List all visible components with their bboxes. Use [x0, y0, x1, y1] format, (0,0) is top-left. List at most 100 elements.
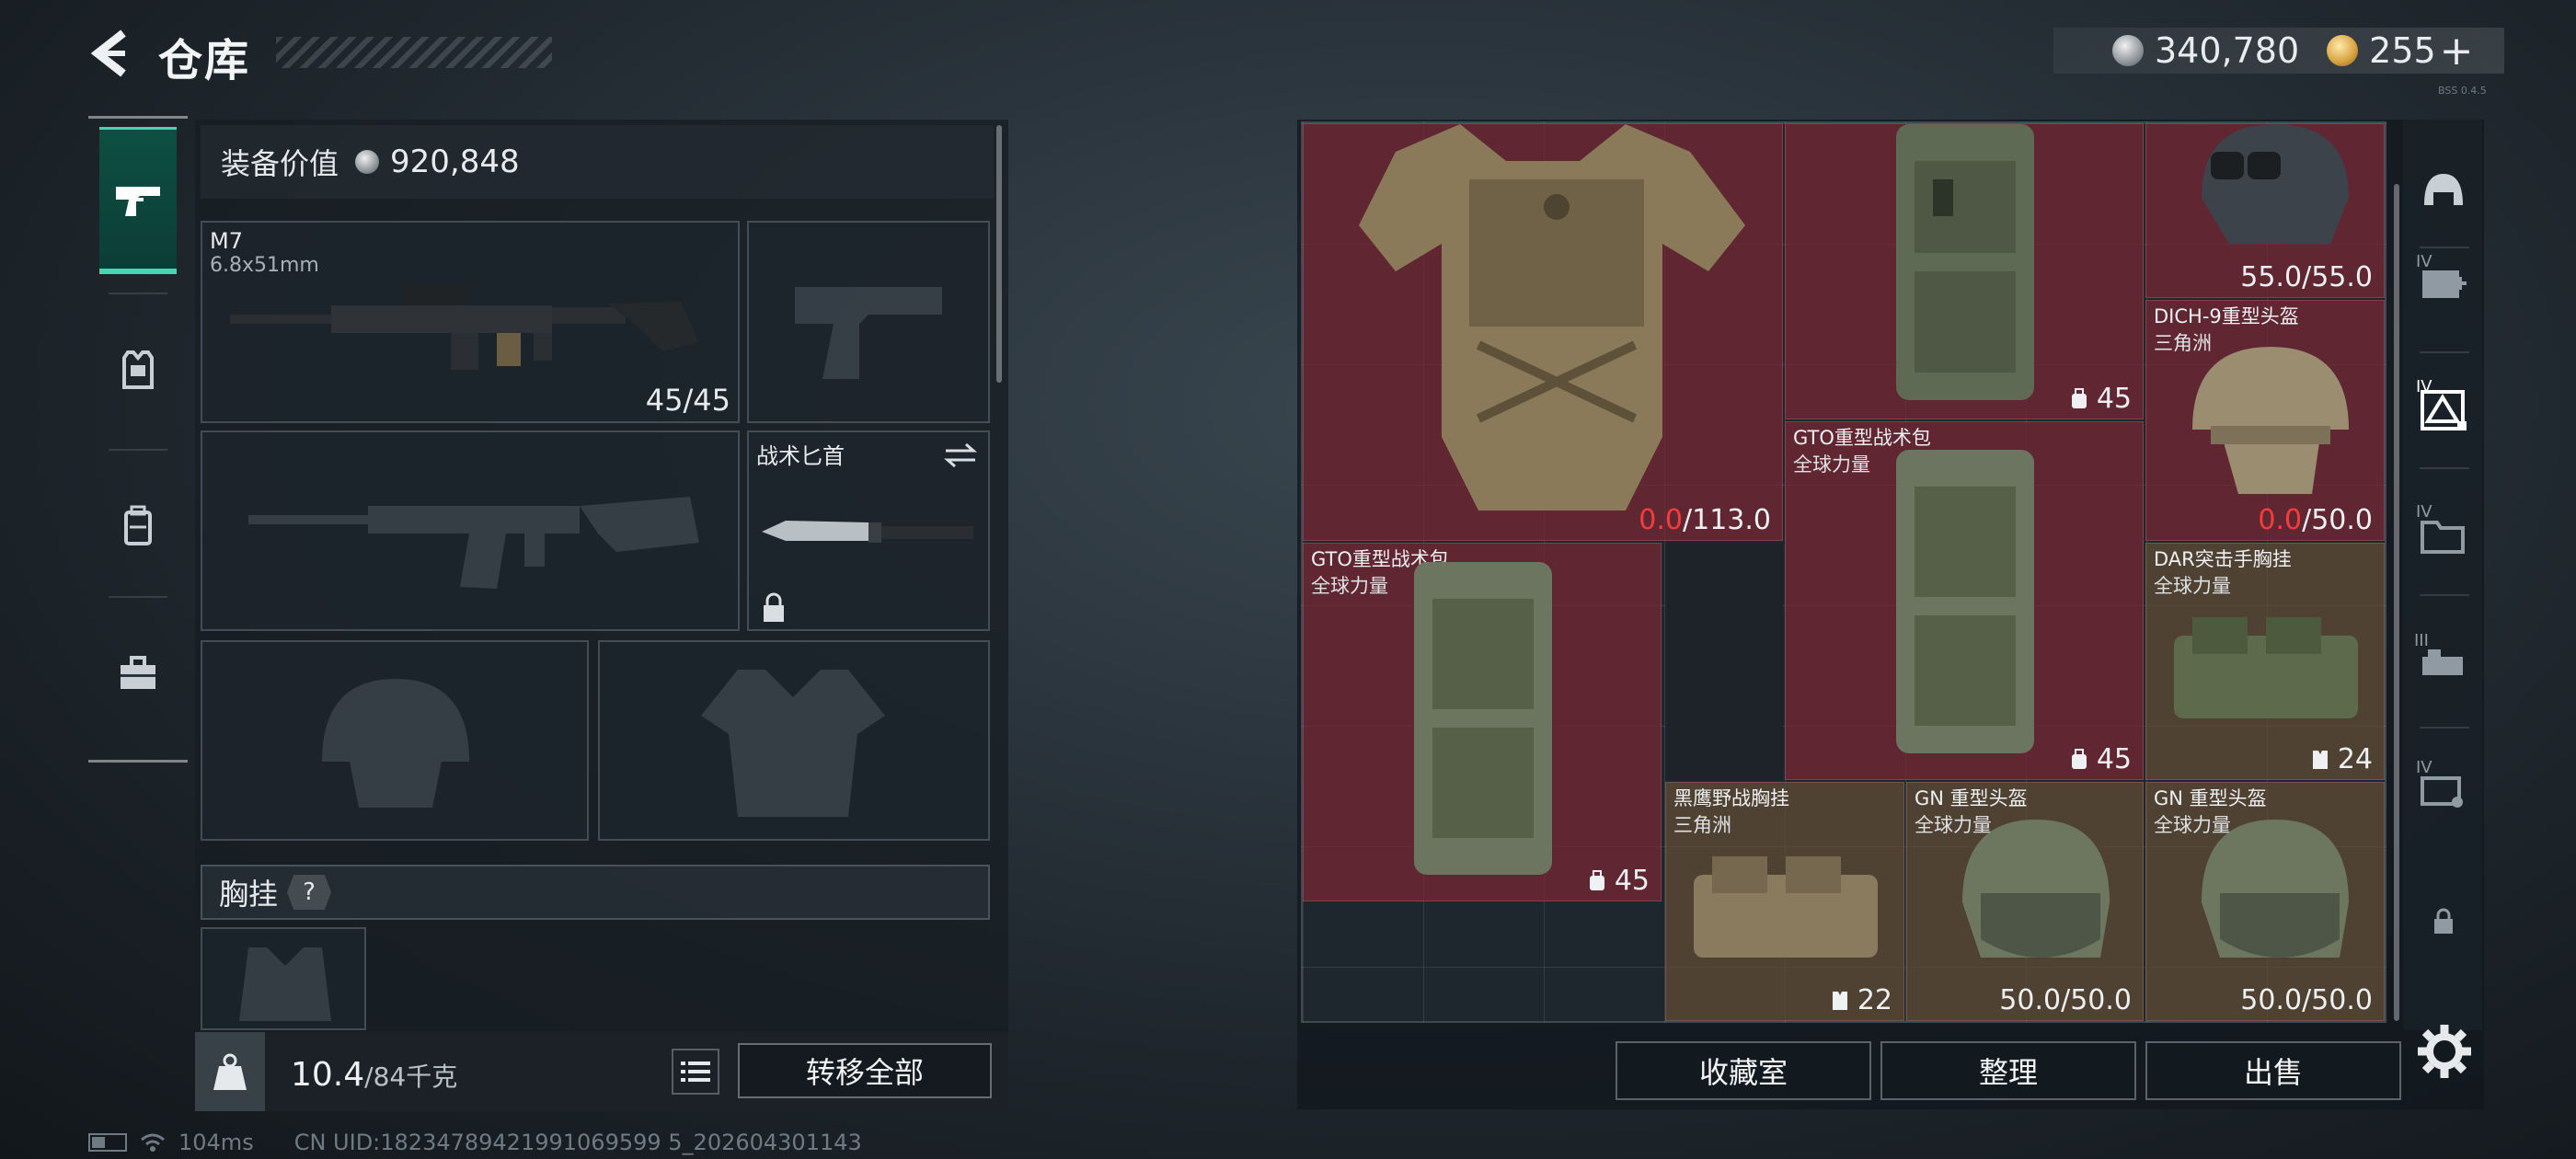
- gold-amount: 255: [2369, 30, 2436, 71]
- inventory-scrollbar[interactable]: [2394, 184, 2399, 1021]
- inventory-item-gn-helmet-2[interactable]: GN 重型头盔 全球力量 50.0/50.0: [2145, 782, 2385, 1021]
- help-icon[interactable]: ?: [287, 875, 332, 910]
- currency-bar: 340,780 255 +: [2053, 28, 2504, 75]
- dar-rig-region: 全球力量: [2154, 575, 2231, 597]
- weapon-ammo: 45/45: [645, 383, 730, 418]
- transfer-all-button[interactable]: 转移全部: [738, 1043, 992, 1098]
- tab-documents[interactable]: IV: [2407, 480, 2480, 591]
- inventory-item-armor-vest[interactable]: 0.0/113.0: [1303, 123, 1783, 541]
- rig-capacity-icon: [1832, 991, 1847, 1010]
- nav-armor[interactable]: [99, 296, 177, 443]
- tab-add-item[interactable]: IV: [2407, 226, 2480, 337]
- sell-button[interactable]: 出售: [2145, 1041, 2401, 1100]
- nvg-helmet-image: [2202, 124, 2349, 244]
- inventory-item-dich-helmet[interactable]: DICH-9重型头盔 三角洲 0.0/50.0: [2145, 300, 2385, 541]
- equipment-scrollbar[interactable]: [996, 125, 1002, 383]
- nav-top-line: [88, 116, 188, 119]
- swap-icon[interactable]: [942, 442, 979, 469]
- pistol-placeholder-icon: [795, 287, 942, 379]
- ping-value: 104ms: [178, 1130, 254, 1155]
- sidearm-slot[interactable]: [747, 221, 990, 423]
- battery-icon: [88, 1133, 127, 1152]
- inventory-item-gto-backpack-left[interactable]: GTO重型战术包 全球力量 45: [1303, 543, 1662, 901]
- chest-rig-slot[interactable]: [201, 927, 366, 1030]
- armor-placeholder-icon: [701, 670, 885, 817]
- gto-mid-qty: 45: [2096, 743, 2132, 775]
- armor-vest-image: [1359, 124, 1745, 511]
- inventory-item-nvg-helmet[interactable]: 55.0/55.0: [2145, 123, 2385, 298]
- page-title: 仓库: [158, 35, 251, 86]
- rifle-image: [230, 285, 699, 370]
- nav-backpack[interactable]: [99, 453, 177, 600]
- helmet-slot[interactable]: [201, 640, 589, 841]
- gto-left-qty: 45: [1614, 865, 1650, 897]
- dar-rig-qty: 24: [2337, 743, 2373, 775]
- wifi-icon: [141, 1133, 165, 1152]
- dar-rig-name: DAR突击手胸挂: [2154, 548, 2292, 570]
- gear-icon[interactable]: [2414, 1021, 2475, 1082]
- gn-helmet-image: [2202, 820, 2349, 958]
- chest-rig-label: 胸挂: [219, 877, 279, 912]
- chest-rig-section[interactable]: 胸挂 ?: [201, 865, 990, 920]
- equipment-value-bar: 装备价值 920,848: [201, 125, 994, 199]
- silver-amount: 340,780: [2155, 30, 2300, 71]
- tab-electronics[interactable]: IV: [2407, 736, 2480, 846]
- dich-helmet-image: [2192, 347, 2349, 494]
- gto-backpack-image: [1896, 450, 2034, 753]
- status-row: 104ms CN UID:18234789421991069599 5_2026…: [88, 1130, 862, 1155]
- armor-slot[interactable]: [598, 640, 990, 841]
- blackhawk-rig-name: 黑鹰野战胸挂: [1673, 787, 1789, 809]
- gn-helmet-2-name: GN 重型头盔: [2154, 787, 2267, 809]
- tab-tools[interactable]: III: [2407, 609, 2480, 719]
- inventory-item-backpack-top[interactable]: 45: [1785, 123, 2144, 419]
- knife-image: [762, 521, 973, 543]
- tier-label: III: [2414, 631, 2429, 650]
- backpack-icon: [124, 505, 152, 545]
- weight-max: /84千克: [364, 1061, 458, 1092]
- nav-weapons[interactable]: [99, 127, 177, 274]
- list-view-button[interactable]: [672, 1049, 719, 1095]
- lock-icon: [764, 592, 784, 622]
- lock-icon: [2434, 908, 2453, 934]
- blackhawk-rig-qty: 22: [1857, 984, 1892, 1016]
- toolbox-icon: [121, 656, 155, 689]
- primary-weapon-slot[interactable]: M7 6.8x51mm 45/45: [201, 221, 740, 423]
- rig-capacity-icon: [2312, 750, 2328, 769]
- dich-helmet-durability-current: 0.0: [2258, 504, 2303, 536]
- secondary-weapon-slot[interactable]: [201, 430, 740, 631]
- weight-icon-box: [195, 1032, 265, 1111]
- silver-coin-icon: [355, 150, 380, 174]
- tier-label: IV: [2416, 758, 2432, 777]
- backpack-capacity-icon: [2071, 748, 2087, 769]
- backpack-top-qty: 45: [2096, 383, 2132, 415]
- version-label: BSS 0.4.5: [2438, 85, 2487, 97]
- nav-bottom-line: [88, 760, 188, 763]
- nvg-helmet-durability: 55.0/55.0: [2240, 261, 2373, 293]
- collection-room-button[interactable]: 收藏室: [1616, 1041, 1871, 1100]
- melee-slot[interactable]: 战术匕首: [747, 430, 990, 631]
- pistol-icon: [116, 186, 160, 216]
- tab-armor[interactable]: IV: [2407, 355, 2480, 465]
- sort-button[interactable]: 整理: [1880, 1041, 2136, 1100]
- dar-rig-capacity: 24: [2310, 743, 2373, 775]
- gn-helmet-1-durability: 50.0/50.0: [1999, 984, 2132, 1016]
- gto-mid-capacity: 45: [2069, 743, 2132, 775]
- tier-label: IV: [2416, 377, 2432, 396]
- weight-value: 10.4/84千克: [291, 1056, 457, 1094]
- inventory-item-gto-backpack-mid[interactable]: GTO重型战术包 全球力量 45: [1785, 421, 2144, 780]
- title-decoration: [276, 37, 552, 68]
- gto-left-capacity: 45: [1587, 865, 1650, 897]
- inventory-item-dar-rig[interactable]: DAR突击手胸挂 全球力量 24: [2145, 543, 2385, 780]
- inventory-item-blackhawk-rig[interactable]: 黑鹰野战胸挂 三角洲 22: [1665, 782, 1904, 1021]
- back-arrow-icon[interactable]: [85, 26, 140, 81]
- tab-locked[interactable]: [2407, 866, 2480, 977]
- blackhawk-rig-region: 三角洲: [1673, 814, 1731, 836]
- dich-helmet-durability-max: /50.0: [2302, 504, 2373, 536]
- nav-toolbox[interactable]: [99, 600, 177, 747]
- list-icon: [681, 1061, 710, 1082]
- inventory-item-gn-helmet-1[interactable]: GN 重型头盔 全球力量 50.0/50.0: [1906, 782, 2144, 1021]
- equipment-value: 920,848: [390, 143, 520, 180]
- add-currency-button[interactable]: +: [2440, 28, 2474, 75]
- gto-mid-region: 全球力量: [1793, 453, 1870, 476]
- tier-label: IV: [2416, 502, 2432, 522]
